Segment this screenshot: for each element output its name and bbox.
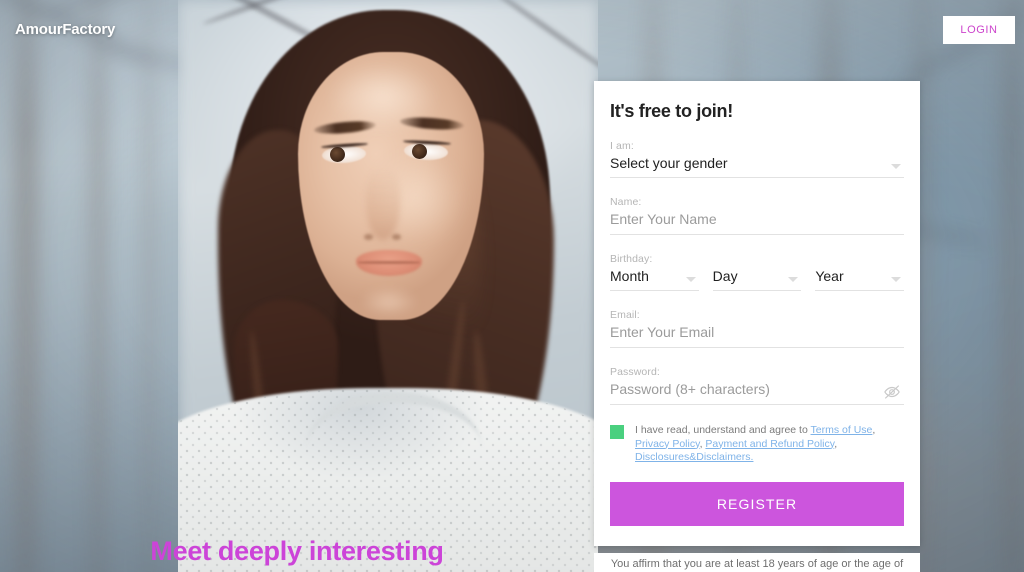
password-field: Password:: [610, 366, 904, 405]
birthday-label: Birthday:: [610, 253, 653, 265]
gender-field: I am: Select your gender: [610, 140, 904, 178]
birthday-row: Month Day Year: [610, 267, 905, 291]
password-input[interactable]: [610, 380, 904, 398]
gender-label: I am:: [610, 140, 634, 152]
birth-month-value: Month: [610, 268, 649, 284]
chevron-down-icon: [891, 277, 902, 282]
landing-page: AmourFactory LOGIN Meet deeply interesti…: [0, 0, 1024, 572]
email-input[interactable]: [610, 323, 904, 341]
terms-checkbox[interactable]: [610, 425, 624, 439]
terms-sep-3: ,: [834, 437, 838, 450]
birth-year-value: Year: [815, 268, 844, 284]
password-label: Password:: [610, 366, 660, 378]
terms-text: I have read, understand and agree to Ter…: [635, 424, 904, 465]
login-button[interactable]: LOGIN: [943, 16, 1015, 44]
terms-row: I have read, understand and agree to Ter…: [610, 424, 904, 465]
affirmation-panel: You affirm that you are at least 18 year…: [594, 553, 920, 572]
disclosures-disclaimers-link[interactable]: Disclosures&Disclaimers.: [635, 451, 753, 463]
terms-of-use-link[interactable]: Terms of Use: [811, 424, 873, 436]
terms-sep-1: ,: [872, 424, 876, 436]
name-input[interactable]: [610, 210, 904, 228]
name-label: Name:: [610, 196, 642, 208]
birth-day-select[interactable]: Day: [712, 267, 802, 291]
payment-refund-policy-link[interactable]: Payment and Refund Policy: [705, 438, 834, 450]
signup-title: It's free to join!: [610, 101, 733, 121]
chevron-down-icon: [685, 277, 696, 282]
birth-day-value: Day: [712, 268, 738, 284]
hero-photo: [178, 0, 598, 572]
birth-year-select[interactable]: Year: [815, 267, 905, 291]
chevron-down-icon: [788, 277, 799, 282]
email-label: Email:: [610, 309, 640, 321]
birthday-field: Birthday: Month Day Year: [610, 253, 905, 291]
chevron-down-icon: [891, 164, 901, 169]
name-field: Name:: [610, 196, 904, 235]
gender-select[interactable]: Select your gender: [610, 154, 904, 178]
email-field: Email:: [610, 309, 904, 348]
affirmation-text: You affirm that you are at least 18 year…: [610, 558, 904, 570]
signup-card: It's free to join! I am: Select your gen…: [594, 81, 920, 546]
brand-logo: AmourFactory: [15, 21, 116, 38]
register-button[interactable]: REGISTER: [610, 481, 904, 526]
privacy-policy-link[interactable]: Privacy Policy: [635, 438, 700, 450]
birth-month-select[interactable]: Month: [610, 267, 699, 291]
terms-intro: I have read, understand and agree to: [635, 424, 811, 436]
eye-off-icon[interactable]: [882, 383, 902, 401]
gender-value: Select your gender: [610, 155, 728, 171]
